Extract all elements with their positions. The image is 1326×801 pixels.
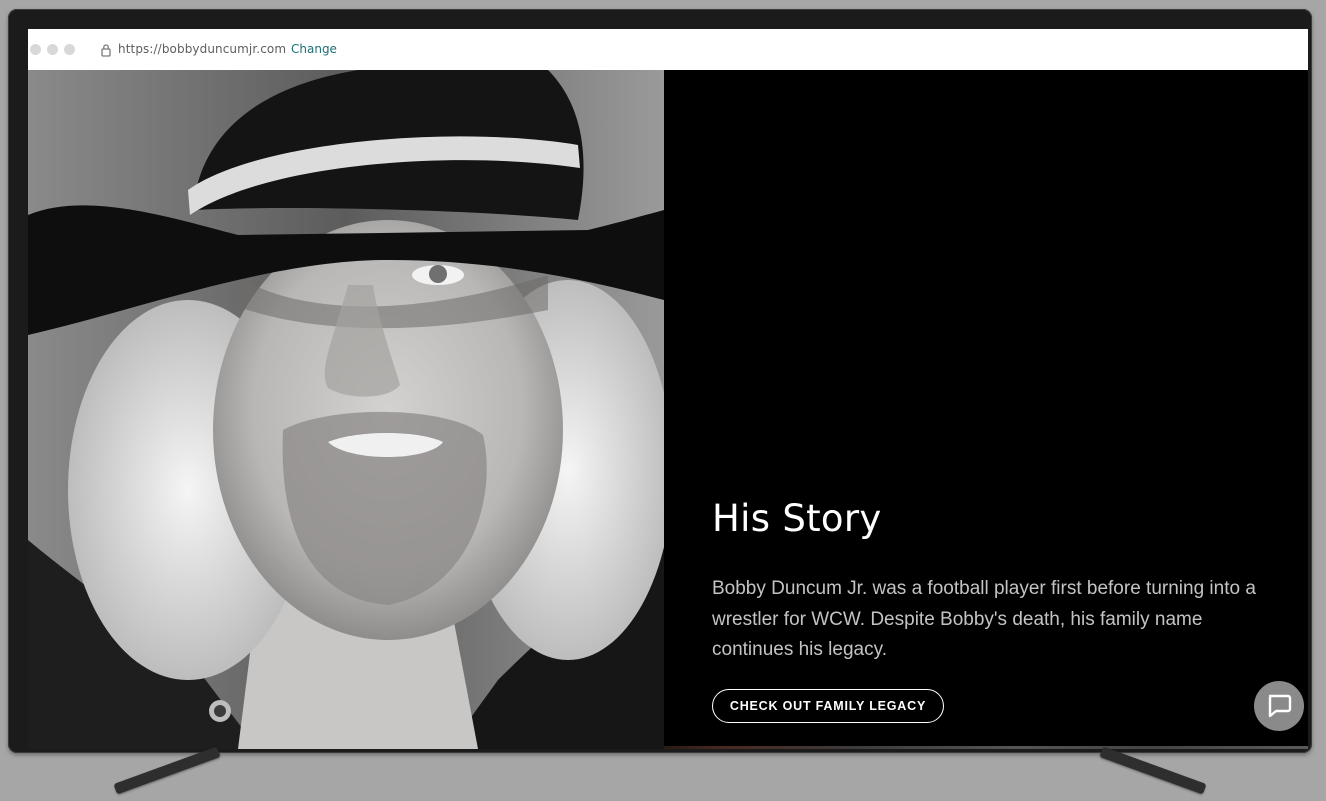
lock-icon [100, 43, 112, 57]
chat-bubble-icon [1265, 690, 1293, 723]
story-title: His Story [712, 497, 882, 540]
family-legacy-button[interactable]: CHECK OUT FAMILY LEGACY [712, 689, 944, 723]
next-section-edge [664, 746, 1308, 749]
chat-button[interactable] [1254, 681, 1304, 731]
browser-address-bar: https://bobbyduncumjr.com Change [28, 29, 1308, 71]
tv-stand-left-leg [113, 746, 221, 795]
tv-frame: https://bobbyduncumjr.com Change His Sto… [8, 9, 1312, 753]
window-zoom-dot[interactable] [64, 44, 75, 55]
screen: https://bobbyduncumjr.com Change His Sto… [28, 29, 1308, 749]
window-close-dot[interactable] [30, 44, 41, 55]
story-section: His Story Bobby Duncum Jr. was a footbal… [664, 70, 1308, 749]
change-link[interactable]: Change [291, 42, 337, 56]
url-text[interactable]: https://bobbyduncumjr.com [118, 42, 286, 56]
story-paragraph: Bobby Duncum Jr. was a football player f… [712, 578, 1256, 660]
hero-portrait-photo [28, 70, 664, 749]
window-minimize-dot[interactable] [47, 44, 58, 55]
tv-stand-right-leg [1099, 746, 1207, 795]
